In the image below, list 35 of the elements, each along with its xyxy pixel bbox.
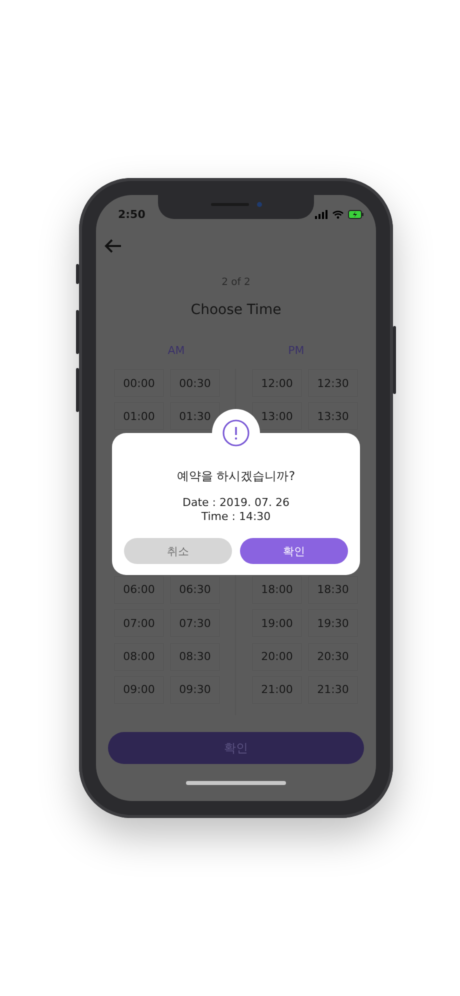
time-slot[interactable]: 18:00: [252, 576, 302, 604]
time-slot[interactable]: 21:00: [252, 676, 302, 704]
time-slot[interactable]: 08:30: [170, 642, 220, 671]
time-slot[interactable]: 00:00: [114, 369, 164, 397]
confirm-button[interactable]: 확인: [240, 538, 348, 564]
time-slot[interactable]: 07:00: [114, 609, 164, 638]
reservation-detail: Date : 2019. 07. 26: [182, 496, 290, 510]
dialog-message: 예약을 하시겠습니까?: [176, 468, 296, 485]
page-title: Choose Time: [190, 302, 282, 318]
time-slot[interactable]: 18:30: [308, 576, 358, 604]
time-slot[interactable]: 12:30: [308, 369, 358, 397]
time-slot[interactable]: 21:30: [308, 676, 358, 704]
battery-icon: [348, 210, 364, 218]
time-slot[interactable]: 19:00: [252, 609, 302, 638]
time-slot[interactable]: 06:30: [170, 576, 220, 604]
time-slot[interactable]: 08:00: [114, 642, 164, 671]
time-slot[interactable]: 09:00: [114, 676, 164, 704]
time-slot[interactable]: 20:30: [308, 642, 358, 671]
cancel-button[interactable]: 취소: [124, 538, 232, 564]
time-slot[interactable]: 09:30: [170, 676, 220, 704]
status-time: 2:50: [118, 208, 146, 220]
time-slot[interactable]: 20:00: [252, 642, 302, 671]
time-slot[interactable]: 07:30: [170, 609, 220, 638]
exclamation-icon: [222, 419, 250, 447]
time-slot[interactable]: 19:30: [308, 609, 358, 638]
time-slot[interactable]: 12:00: [252, 369, 302, 397]
signal-icon: [315, 210, 328, 218]
wifi-icon: [332, 210, 344, 218]
time-slot[interactable]: 06:00: [114, 576, 164, 604]
reservation-detail: Time : 14:30: [201, 510, 271, 524]
time-slot[interactable]: 00:30: [170, 369, 220, 397]
time-slot[interactable]: 01:00: [114, 402, 164, 430]
time-slot[interactable]: 13:30: [308, 402, 358, 430]
camera-icon: [256, 202, 262, 206]
back-arrow-icon[interactable]: [104, 239, 122, 253]
